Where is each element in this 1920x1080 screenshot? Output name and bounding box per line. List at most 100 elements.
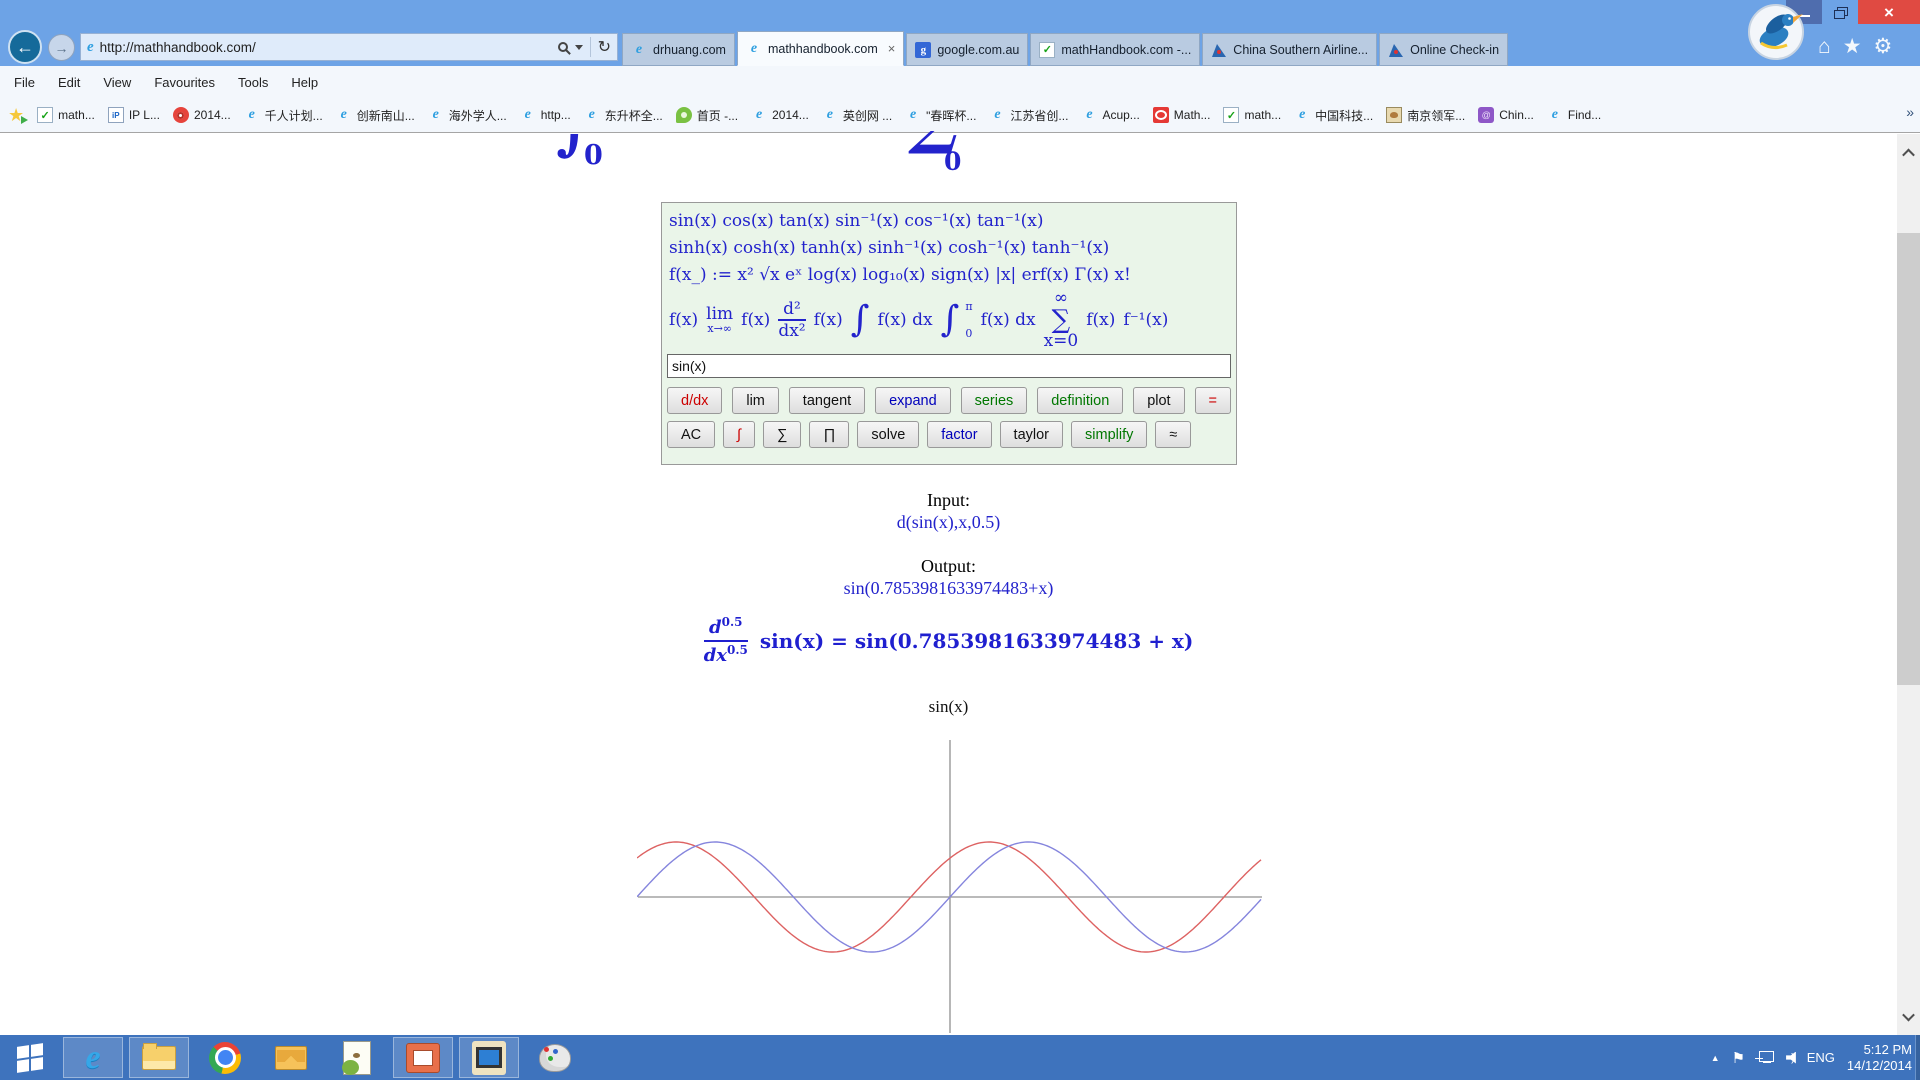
favorite-icon: @ (1478, 107, 1494, 123)
tab-label: mathhandbook.com (768, 42, 878, 56)
favorite-item[interactable]: e 东升杯全... (584, 107, 663, 124)
operation-button[interactable]: solve (857, 421, 919, 448)
taskbar-app[interactable] (63, 1037, 123, 1078)
operation-button[interactable]: taylor (1000, 421, 1063, 448)
tray-expand-icon[interactable]: ▲ (1711, 1053, 1720, 1063)
operation-button[interactable]: lim (732, 387, 779, 414)
scroll-down-button[interactable] (1897, 1001, 1920, 1031)
browser-tab[interactable]: g google.com.au (906, 33, 1028, 66)
close-button[interactable]: × (1858, 0, 1920, 24)
volume-icon[interactable]: ) (1786, 1052, 1795, 1064)
taskbar-app[interactable] (327, 1037, 387, 1078)
favorite-item[interactable]: ✓ math... (37, 107, 95, 123)
taskbar-app[interactable] (459, 1037, 519, 1078)
operation-buttons-row2: AC ∫ ∑ ∏ solve factor taylor simplify ≈ (667, 421, 1231, 448)
favorite-item[interactable]: @ Chin... (1478, 107, 1534, 123)
operation-button[interactable]: expand (875, 387, 951, 414)
favorite-item[interactable]: e 中国科技... (1294, 107, 1373, 124)
window-controls: × (1786, 0, 1920, 24)
browser-tab[interactable]: ✓ mathHandbook.com -... (1030, 33, 1200, 66)
search-icon[interactable] (558, 42, 568, 52)
browser-tab[interactable]: e mathhandbook.com × (737, 31, 904, 66)
favorite-item[interactable]: e "春晖杯... (905, 107, 976, 124)
operation-button[interactable]: ≈ (1155, 421, 1191, 448)
favorite-item[interactable]: e 2014... (751, 107, 809, 123)
operation-button[interactable]: ∏ (809, 421, 849, 448)
favorite-item[interactable]: e 海外学人... (428, 107, 507, 124)
favorite-item[interactable]: e http... (520, 107, 571, 123)
favorite-item[interactable]: e 千人计划... (244, 107, 323, 124)
address-bar[interactable]: e http://mathhandbook.com/ ↻ (80, 33, 618, 61)
vertical-scrollbar[interactable] (1897, 134, 1920, 1035)
forward-button[interactable]: → (48, 34, 75, 61)
restore-button[interactable] (1822, 0, 1858, 24)
favorite-label: "春晖杯... (926, 107, 976, 124)
scrollbar-thumb[interactable] (1897, 233, 1920, 685)
favorite-item[interactable]: 南京领军... (1386, 107, 1465, 124)
operation-button[interactable]: series (961, 387, 1028, 414)
operation-button[interactable]: ∫ (723, 421, 755, 448)
show-desktop-button[interactable] (1915, 1035, 1920, 1080)
favorite-item[interactable]: e Find... (1547, 107, 1601, 123)
chevron-up-icon (1902, 148, 1915, 161)
operation-button[interactable]: plot (1133, 387, 1184, 414)
operation-button[interactable]: simplify (1071, 421, 1147, 448)
favorite-item[interactable]: ✓ math... (1223, 107, 1281, 123)
taskbar-app[interactable] (393, 1037, 453, 1078)
favorite-item[interactable]: 2014... (173, 107, 231, 123)
favorites-star-icon[interactable]: ★ (1843, 36, 1862, 57)
refresh-icon[interactable]: ↻ (598, 37, 611, 57)
menu-item[interactable]: View (99, 72, 135, 93)
operation-button[interactable]: d/dx (667, 387, 722, 414)
expression-input[interactable] (667, 354, 1231, 378)
clock[interactable]: 5:12 PM 14/12/2014 (1847, 1042, 1912, 1074)
favorite-label: math... (1244, 108, 1281, 122)
misc-functions-row: f(x_) := x² √x eˣ log(x) log₁₀(x) sign(x… (669, 265, 1231, 285)
favorites-star-icon: ★ (8, 105, 24, 126)
add-favorite-button[interactable]: ★ (8, 105, 24, 126)
favorite-item[interactable]: iP IP L... (108, 107, 160, 123)
taskbar-app[interactable] (525, 1037, 585, 1078)
favorite-icon: e (905, 107, 921, 123)
taskbar-app[interactable] (261, 1037, 321, 1078)
calculus-operators-row: f(x) lim x→∞ f(x) d² dx² f(x) ∫ f(x) dx … (669, 292, 1231, 348)
browser-tab[interactable]: China Southern Airline... (1202, 33, 1377, 66)
operation-button[interactable]: factor (927, 421, 991, 448)
taskbar-app[interactable] (129, 1037, 189, 1078)
operation-button[interactable]: AC (667, 421, 715, 448)
back-button[interactable]: ← (8, 30, 42, 64)
start-button[interactable] (0, 1035, 60, 1080)
operation-button[interactable]: definition (1037, 387, 1123, 414)
favorite-item[interactable]: e 创新南山... (336, 107, 415, 124)
favorite-item[interactable]: 首页 -... (676, 107, 738, 124)
browser-tab[interactable]: e drhuang.com (622, 33, 735, 66)
menu-item[interactable]: Favourites (150, 72, 219, 93)
browser-tab[interactable]: Online Check-in (1379, 33, 1508, 66)
tab-favicon (1388, 42, 1404, 58)
menu-item[interactable]: Help (287, 72, 322, 93)
gear-icon[interactable]: ⚙ (1874, 36, 1893, 57)
chevron-down-icon[interactable] (575, 45, 583, 50)
menu-item[interactable]: Tools (234, 72, 272, 93)
operation-button[interactable]: = (1195, 387, 1231, 414)
action-center-flag-icon[interactable]: ⚑ (1732, 1049, 1745, 1067)
network-icon[interactable] (1757, 1051, 1774, 1065)
menu-item[interactable]: Edit (54, 72, 84, 93)
favorite-item[interactable]: Math... (1153, 107, 1211, 123)
tab-close-icon[interactable]: × (888, 41, 896, 56)
favorite-item[interactable]: e Acup... (1081, 107, 1139, 123)
favorite-item[interactable]: e 英创网 ... (822, 107, 892, 124)
language-indicator[interactable]: ENG (1807, 1050, 1835, 1065)
overflow-chevron-icon[interactable]: » (1906, 104, 1914, 120)
url-text[interactable]: http://mathhandbook.com/ (100, 40, 558, 55)
menu-item[interactable]: File (10, 72, 39, 93)
taskbar-app[interactable] (195, 1037, 255, 1078)
favorite-item[interactable]: e 江苏省创... (989, 107, 1068, 124)
app-icon (338, 1039, 376, 1077)
scroll-up-button[interactable] (1897, 138, 1920, 168)
operation-button[interactable]: ∑ (763, 421, 801, 448)
web-page: ∫ 0 ∑ 0 sin(x) cos(x) tan(x) sin⁻¹(x) co… (0, 134, 1897, 1035)
bird-logo[interactable] (1747, 3, 1805, 61)
operation-button[interactable]: tangent (789, 387, 865, 414)
home-icon[interactable]: ⌂ (1818, 36, 1831, 57)
